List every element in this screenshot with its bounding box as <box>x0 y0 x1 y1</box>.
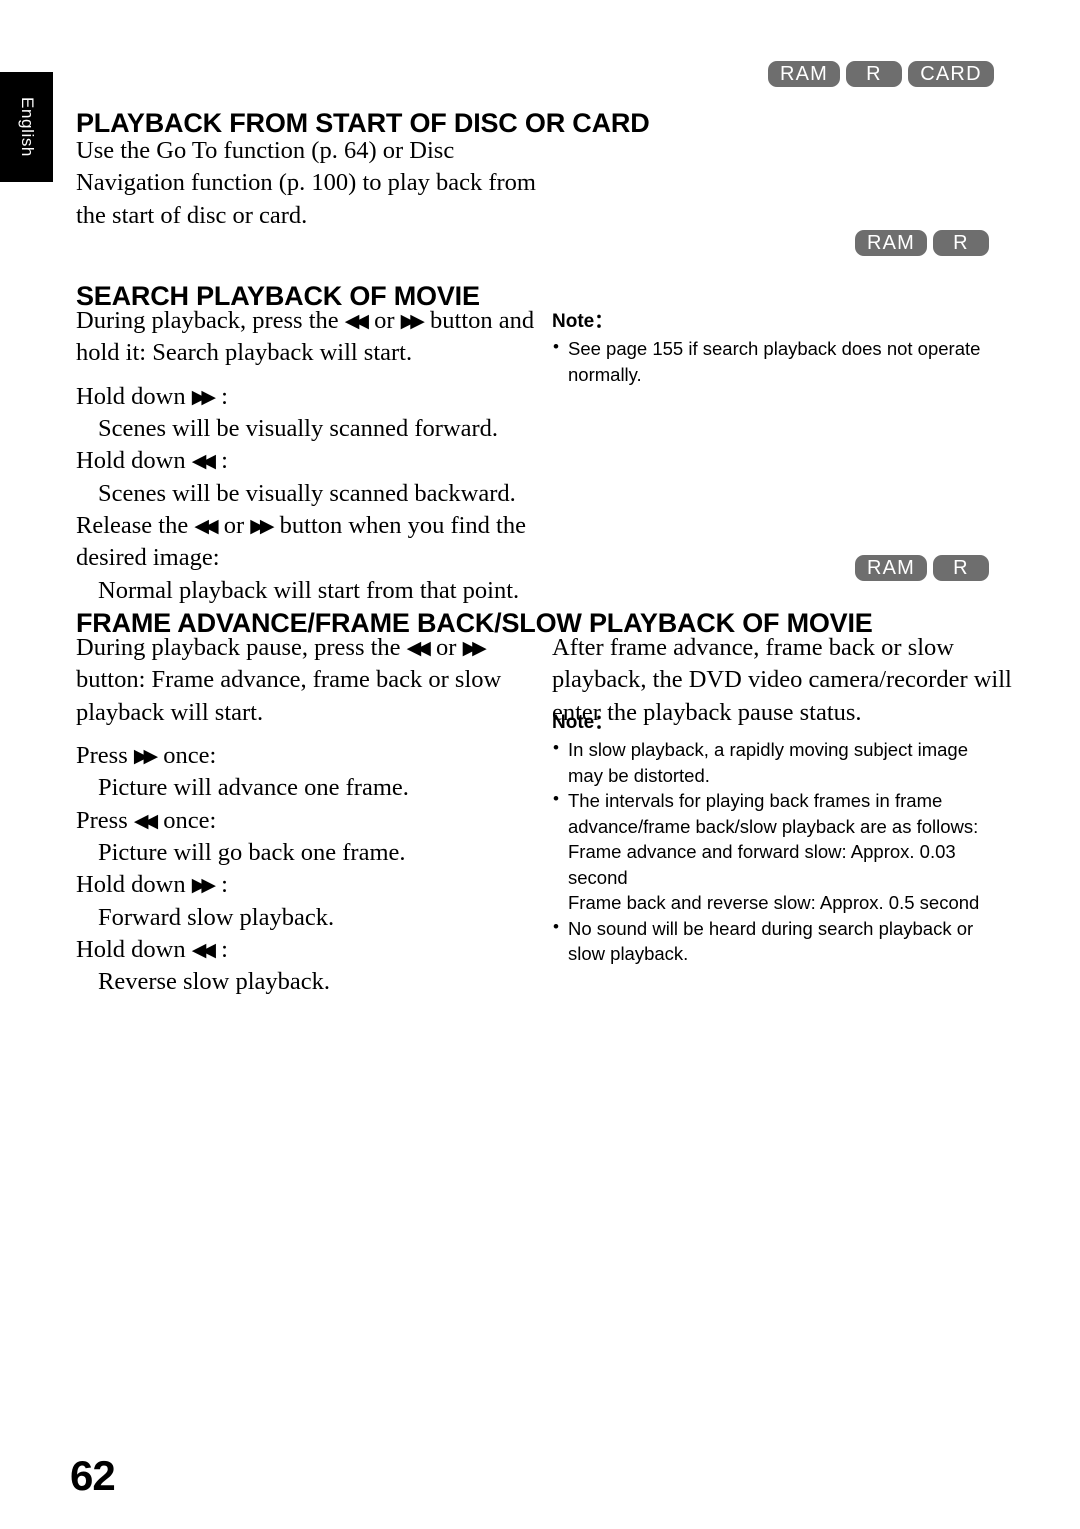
fast-forward-icon: ▶▶ <box>250 514 274 537</box>
frame-step-detail: Picture will advance one frame. <box>76 772 526 804</box>
step-label-pre: Hold down <box>76 871 192 899</box>
step-label-post: once: <box>157 741 217 769</box>
frame-step-detail: Reverse slow playback. <box>76 966 526 998</box>
note-item-text: No sound will be heard during search pla… <box>568 917 974 965</box>
search-intro-b: or <box>367 307 401 334</box>
rewind-icon: ◀◀ <box>191 938 216 961</box>
step-detail-text: Normal playback will start from that poi… <box>98 576 520 604</box>
search-step-label: Hold down ▶▶ : <box>76 381 538 413</box>
note-item: No sound will be heard during search pla… <box>552 915 1004 967</box>
badge-r: R <box>933 555 989 581</box>
note-title: Note： <box>552 311 614 332</box>
media-badges-playback-from-start: RAM R CARD <box>768 61 994 87</box>
note-item-text: See page 155 if search playback does not… <box>568 338 981 385</box>
frame-step-label: Hold down ▶▶ : <box>76 869 526 901</box>
badge-r: R <box>846 61 902 87</box>
frame-intro: During playback pause, press the ◀◀ or ▶… <box>76 632 526 729</box>
note-frame-advance: Note： In slow playback, a rapidly moving… <box>552 710 1004 967</box>
note-search-playback: Note： See page 155 if search playback do… <box>552 309 1000 387</box>
rewind-icon: ◀◀ <box>191 450 216 473</box>
search-step-detail: Normal playback will start from that poi… <box>76 575 538 607</box>
step-label-pre: Hold down <box>76 382 192 410</box>
step-label-pre: Press <box>76 806 134 834</box>
badge-ram: RAM <box>855 555 927 581</box>
frame-step-label: Hold down ◀◀ : <box>76 934 526 966</box>
page-number: 62 <box>70 1452 116 1499</box>
step-detail-text: Picture will advance one frame. <box>98 774 409 802</box>
search-step-label: Release the ◀◀ or ▶▶ button when you fin… <box>76 510 538 575</box>
fast-forward-icon: ▶▶ <box>400 310 425 332</box>
note-item: The intervals for playing back frames in… <box>552 787 1004 916</box>
media-badges-frame-advance: RAM R <box>855 555 989 581</box>
rewind-icon: ◀◀ <box>194 514 218 537</box>
search-intro-a: During playback, press the <box>76 307 345 334</box>
step-label-post: : <box>214 871 228 899</box>
step-label-post: : <box>214 447 228 475</box>
step-label-pre: Press <box>76 741 134 769</box>
frame-intro-b: or <box>429 634 463 661</box>
search-step-detail: Scenes will be visually scanned backward… <box>76 478 538 510</box>
media-badges-search-playback: RAM R <box>855 230 989 256</box>
step-detail-text: Scenes will be visually scanned forward. <box>98 414 499 442</box>
note-item: See page 155 if search playback does not… <box>552 335 1000 387</box>
badge-card: CARD <box>908 61 994 87</box>
frame-step-label: Press ▶▶ once: <box>76 740 526 772</box>
step-label-pre: Release the <box>76 511 195 539</box>
frame-step-label: Press ◀◀ once: <box>76 805 526 837</box>
body-line: Navigation function (p. 100) to play bac… <box>76 169 536 197</box>
fast-forward-icon: ▶▶ <box>191 874 216 897</box>
body-frame-advance-left: During playback pause, press the ◀◀ or ▶… <box>76 632 526 999</box>
badge-r: R <box>933 230 989 256</box>
frame-step-detail: Picture will go back one frame. <box>76 837 526 869</box>
language-tab-label: English <box>17 97 37 157</box>
body-line: Use the Go To function (p. 64) or Disc <box>76 137 455 164</box>
note-item: In slow playback, a rapidly moving subje… <box>552 736 1004 788</box>
step-detail-text: Forward slow playback. <box>98 903 335 931</box>
note-list: See page 155 if search playback does not… <box>552 335 1000 387</box>
body-line: the start of disc or card. <box>76 201 308 229</box>
badge-ram: RAM <box>768 61 840 87</box>
step-label-pre: Hold down <box>76 935 192 963</box>
body-playback-from-start: Use the Go To function (p. 64) or Disc N… <box>76 135 546 232</box>
fast-forward-icon: ▶▶ <box>462 637 487 659</box>
frame-step-detail: Forward slow playback. <box>76 902 526 934</box>
manual-page: English RAM R CARD PLAYBACK FROM START O… <box>0 0 1080 1529</box>
search-intro: During playback, press the ◀◀ or ▶▶ butt… <box>76 305 538 370</box>
rewind-icon: ◀◀ <box>133 809 158 832</box>
note-item-text: In slow playback, a rapidly moving subje… <box>568 739 968 786</box>
note-list: In slow playback, a rapidly moving subje… <box>552 736 1004 967</box>
step-detail-text: Reverse slow playback. <box>98 968 330 996</box>
rewind-icon: ◀◀ <box>406 637 431 659</box>
step-detail-text: Picture will go back one frame. <box>98 838 406 866</box>
note-title: Note： <box>552 712 614 733</box>
fast-forward-icon: ▶▶ <box>191 385 216 408</box>
language-tab: English <box>0 72 53 182</box>
body-search-playback: During playback, press the ◀◀ or ▶▶ butt… <box>76 305 538 607</box>
step-label-post: : <box>214 935 228 963</box>
frame-intro-c: button: Frame advance, frame back or slo… <box>76 666 502 726</box>
frame-intro-a: During playback pause, press the <box>76 634 407 661</box>
step-label-post: : <box>214 382 228 410</box>
note-item-sub: Frame advance and forward slow: Approx. … <box>568 841 956 888</box>
step-label-or: or <box>217 511 251 539</box>
note-item-text: The intervals for playing back frames in… <box>568 790 979 837</box>
step-detail-text: Scenes will be visually scanned backward… <box>98 479 516 507</box>
badge-ram: RAM <box>855 230 927 256</box>
step-label-pre: Hold down <box>76 447 192 475</box>
note-item-sub: Frame back and reverse slow: Approx. 0.5… <box>568 892 980 914</box>
search-step-label: Hold down ◀◀ : <box>76 445 538 477</box>
step-label-post: once: <box>157 806 217 834</box>
fast-forward-icon: ▶▶ <box>133 744 158 767</box>
search-step-detail: Scenes will be visually scanned forward. <box>76 413 538 445</box>
rewind-icon: ◀◀ <box>344 310 369 332</box>
